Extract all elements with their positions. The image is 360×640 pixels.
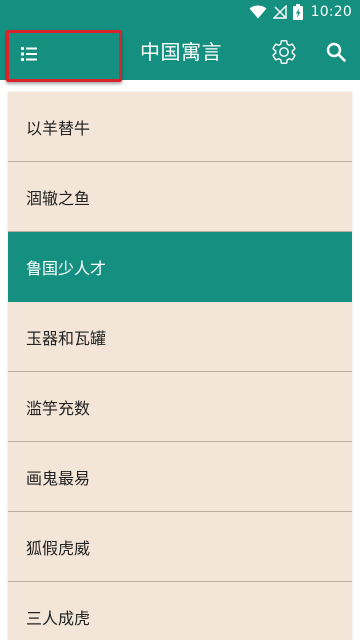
list-item-label: 狐假虎威	[26, 538, 91, 558]
signal-off-icon	[272, 5, 287, 19]
list-item-label: 玉器和瓦罐	[26, 328, 107, 348]
list-item-label: 三人成虎	[26, 608, 91, 628]
search-icon	[324, 42, 348, 68]
list-item[interactable]: 三人成虎	[8, 582, 352, 640]
status-bar: 10:20	[0, 0, 360, 24]
list-item[interactable]: 涸辙之鱼	[8, 162, 352, 232]
settings-button[interactable]	[270, 38, 298, 66]
list-item[interactable]: 狐假虎威	[8, 512, 352, 582]
fable-list: 以羊替牛 涸辙之鱼 鲁国少人才 玉器和瓦罐 滥竽充数 画鬼最易 狐假虎威 三人成…	[8, 92, 352, 640]
list-item[interactable]: 滥竽充数	[8, 372, 352, 442]
status-time: 10:20	[310, 4, 352, 20]
wifi-icon	[249, 5, 267, 19]
list-item-selected[interactable]: 鲁国少人才	[8, 232, 352, 302]
list-item[interactable]: 以羊替牛	[8, 92, 352, 162]
app-title: 中国寓言	[140, 40, 222, 64]
search-button[interactable]	[324, 40, 348, 64]
list-item-label: 滥竽充数	[26, 398, 91, 418]
list-item[interactable]: 画鬼最易	[8, 442, 352, 512]
gear-icon	[270, 40, 298, 70]
list-item-label: 以羊替牛	[26, 118, 91, 138]
app-bar: 中国寓言	[0, 24, 360, 82]
list-item-label: 画鬼最易	[26, 468, 91, 488]
list-item[interactable]: 玉器和瓦罐	[8, 302, 352, 372]
battery-charging-icon	[292, 4, 303, 20]
list-item-label: 鲁国少人才	[26, 258, 107, 278]
list-item-label: 涸辙之鱼	[26, 188, 91, 208]
menu-button[interactable]	[6, 30, 122, 82]
